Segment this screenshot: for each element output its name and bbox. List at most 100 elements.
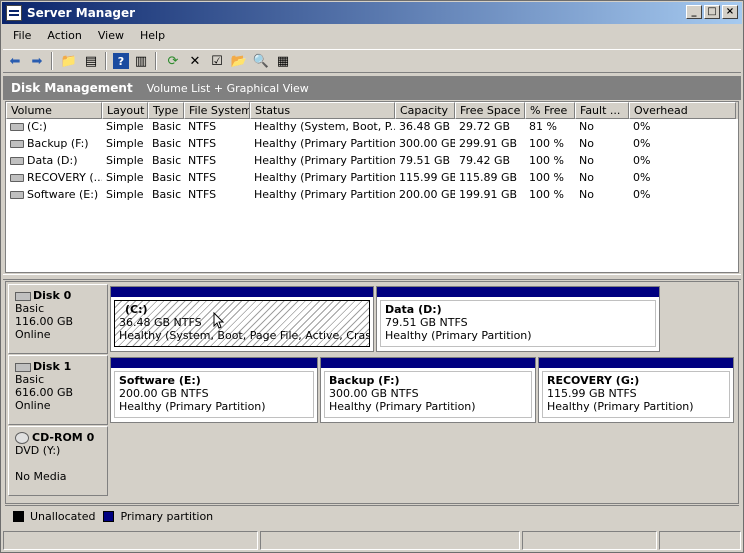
- partition-e[interactable]: Software (E:) 200.00 GB NTFS Healthy (Pr…: [110, 357, 318, 423]
- cell-capacity: 36.48 GB: [395, 119, 455, 136]
- unallocated-swatch: [13, 511, 24, 522]
- cell-free-space: 115.89 GB: [455, 170, 525, 187]
- col-type[interactable]: Type: [148, 102, 184, 119]
- partition-c[interactable]: (C:) 36.48 GB NTFS Healthy (System, Boot…: [110, 286, 374, 352]
- disk-status: Online: [15, 328, 51, 341]
- table-row[interactable]: Data (D:) Simple Basic NTFS Healthy (Primary…: [6, 153, 738, 170]
- title-bar[interactable]: Server Manager _ □ ×: [2, 2, 742, 24]
- menu-view[interactable]: View: [90, 26, 132, 46]
- cell-text: No: [579, 188, 594, 201]
- partition-status: Healthy (Primary Partition): [329, 400, 476, 413]
- disk-label-0[interactable]: Disk 0 Basic 116.00 GB Online: [8, 284, 108, 354]
- menu-help[interactable]: Help: [132, 26, 173, 46]
- help-icon[interactable]: ?: [113, 53, 129, 69]
- cell-text: No: [579, 137, 594, 150]
- cell-layout: Simple: [102, 187, 148, 204]
- cell-status: Healthy (Primary Partition): [250, 136, 395, 153]
- menu-action[interactable]: Action: [39, 26, 89, 46]
- back-icon[interactable]: ⬅: [5, 51, 25, 71]
- cell-text: No: [579, 120, 594, 133]
- maximize-button[interactable]: □: [704, 5, 720, 19]
- open-icon[interactable]: 📂: [229, 51, 249, 71]
- drive-icon: [10, 140, 24, 148]
- partition-size: 115.99 GB NTFS: [547, 387, 637, 400]
- minimize-button[interactable]: _: [686, 5, 702, 19]
- delete-icon[interactable]: ✕: [185, 51, 205, 71]
- properties-pane-icon[interactable]: ▥: [131, 51, 151, 71]
- disk-label-1[interactable]: Disk 1 Basic 616.00 GB Online: [8, 355, 108, 425]
- partition-d[interactable]: Data (D:) 79.51 GB NTFS Healthy (Primary…: [376, 286, 660, 352]
- cell-text: NTFS: [188, 120, 217, 133]
- cell-percent-free: 100 %: [525, 187, 575, 204]
- cell-layout: Simple: [102, 136, 148, 153]
- close-button[interactable]: ×: [722, 5, 738, 19]
- cell-text: Simple: [106, 188, 144, 201]
- cell-text: 0%: [633, 171, 651, 184]
- drive-icon: [10, 174, 24, 182]
- cell-percent-free: 100 %: [525, 153, 575, 170]
- disk-size: 616.00 GB: [15, 386, 74, 399]
- col-overhead[interactable]: Overhead: [629, 102, 736, 119]
- status-pane-4: [659, 531, 741, 550]
- cell-text: 200.00 GB: [399, 188, 455, 201]
- col-percent-free[interactable]: % Free: [525, 102, 575, 119]
- cell-text: 0%: [633, 188, 651, 201]
- cell-text: Healthy (System, Boot, P...: [254, 120, 395, 133]
- status-pane-3: [522, 531, 657, 550]
- cell-text: 115.89 GB: [459, 171, 518, 184]
- cell-text: (C:): [27, 120, 47, 133]
- cell-free-space: 299.91 GB: [455, 136, 525, 153]
- cell-text: NTFS: [188, 154, 217, 167]
- drive-icon: [10, 191, 24, 199]
- partition-g[interactable]: RECOVERY (G:) 115.99 GB NTFS Healthy (Pr…: [538, 357, 734, 423]
- cell-text: Simple: [106, 137, 144, 150]
- table-row[interactable]: (C:) Simple Basic NTFS Healthy (System, Boot…: [6, 119, 738, 136]
- table-row[interactable]: RECOVERY (... Simple Basic NTFS Healthy (Pri…: [6, 170, 738, 187]
- view-mode-label: Volume List + Graphical View: [146, 81, 309, 95]
- cell-text: No: [579, 154, 594, 167]
- refresh-icon[interactable]: ⟳: [163, 51, 183, 71]
- table-row[interactable]: Software (E:) Simple Basic NTFS Healthy (Pri…: [6, 187, 738, 204]
- cell-volume: Software (E:): [6, 187, 102, 204]
- disk-label-cdrom[interactable]: CD-ROM 0 DVD (Y:) No Media: [8, 426, 108, 496]
- mouse-cursor: [213, 312, 225, 329]
- col-fault-tolerance[interactable]: Fault ...: [575, 102, 629, 119]
- disk-icon: [15, 291, 31, 301]
- cell-text: Healthy (Primary Partition): [254, 188, 395, 201]
- cell-text: 0%: [633, 120, 651, 133]
- show-hide-tree-icon[interactable]: ▤: [81, 51, 101, 71]
- up-folder-icon[interactable]: 📁: [59, 51, 79, 71]
- pane-splitter[interactable]: [3, 274, 741, 280]
- forward-icon[interactable]: ➡: [27, 51, 47, 71]
- col-file-system[interactable]: File System: [184, 102, 250, 119]
- partition-status: Healthy (Primary Partition): [119, 400, 266, 413]
- cell-capacity: 79.51 GB: [395, 153, 455, 170]
- cell-text: Simple: [106, 171, 144, 184]
- status-pane-1: [3, 531, 258, 550]
- cell-overhead: 0%: [629, 136, 736, 153]
- col-status[interactable]: Status: [250, 102, 395, 119]
- cell-overhead: 0%: [629, 119, 736, 136]
- cell-overhead: 0%: [629, 153, 736, 170]
- search-icon[interactable]: 🔍: [251, 51, 271, 71]
- table-row[interactable]: Backup (F:) Simple Basic NTFS Healthy (Prima…: [6, 136, 738, 153]
- menu-file[interactable]: File: [5, 26, 39, 46]
- disk-size: 116.00 GB: [15, 315, 74, 328]
- cell-text: 300.00 GB: [399, 137, 455, 150]
- col-volume[interactable]: Volume: [6, 102, 102, 119]
- export-icon[interactable]: ▦: [273, 51, 293, 71]
- cell-text: 100 %: [529, 137, 564, 150]
- col-free-space[interactable]: Free Space: [455, 102, 525, 119]
- cell-volume: (C:): [6, 119, 102, 136]
- volume-list[interactable]: Volume Layout Type File System Status Ca…: [5, 101, 739, 273]
- disk-status: No Media: [15, 470, 67, 483]
- partition-size: 79.51 GB NTFS: [385, 316, 468, 329]
- col-capacity[interactable]: Capacity: [395, 102, 455, 119]
- properties-icon[interactable]: ☑: [207, 51, 227, 71]
- snapin-header: Disk Management Volume List + Graphical …: [3, 76, 741, 100]
- col-layout[interactable]: Layout: [102, 102, 148, 119]
- partition-f[interactable]: Backup (F:) 300.00 GB NTFS Healthy (Prim…: [320, 357, 536, 423]
- disk-name: Disk 0: [33, 289, 72, 302]
- cell-text: Backup (F:): [27, 137, 89, 150]
- cell-type: Basic: [148, 136, 184, 153]
